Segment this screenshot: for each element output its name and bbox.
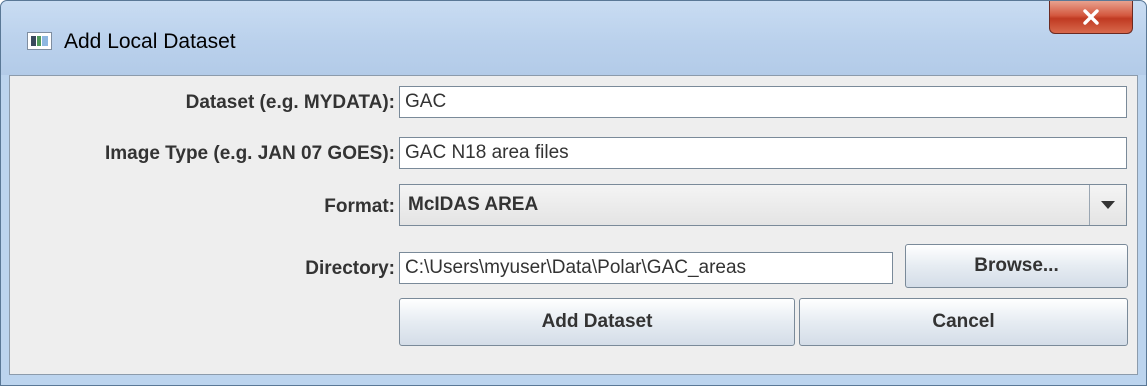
- directory-input[interactable]: C:\Users\myuser\Data\Polar\GAC_areas: [399, 252, 893, 284]
- image-type-label: Image Type (e.g. JAN 07 GOES):: [104, 143, 395, 164]
- add-dataset-button[interactable]: Add Dataset: [399, 298, 795, 346]
- directory-label: Directory:: [305, 258, 395, 279]
- image-type-input[interactable]: GAC N18 area files: [399, 137, 1127, 169]
- close-icon: [1083, 9, 1099, 25]
- dataset-input[interactable]: GAC: [399, 86, 1127, 118]
- format-selected-value: McIDAS AREA: [408, 194, 539, 215]
- browse-button[interactable]: Browse...: [905, 244, 1128, 288]
- window-title: Add Local Dataset: [64, 30, 236, 53]
- app-window-icon: [27, 32, 52, 50]
- add-local-dataset-dialog: Add Local Dataset Dataset (e.g. MYDATA):…: [0, 0, 1147, 386]
- dropdown-arrow-icon[interactable]: [1089, 185, 1126, 225]
- dialog-content: Dataset (e.g. MYDATA): GAC Image Type (e…: [9, 75, 1138, 375]
- dataset-label: Dataset (e.g. MYDATA):: [185, 92, 395, 113]
- format-label: Format:: [324, 196, 395, 217]
- close-button[interactable]: [1049, 1, 1133, 34]
- format-select[interactable]: McIDAS AREA: [399, 184, 1127, 226]
- title-bar[interactable]: Add Local Dataset: [1, 1, 1146, 75]
- cancel-button[interactable]: Cancel: [799, 298, 1128, 346]
